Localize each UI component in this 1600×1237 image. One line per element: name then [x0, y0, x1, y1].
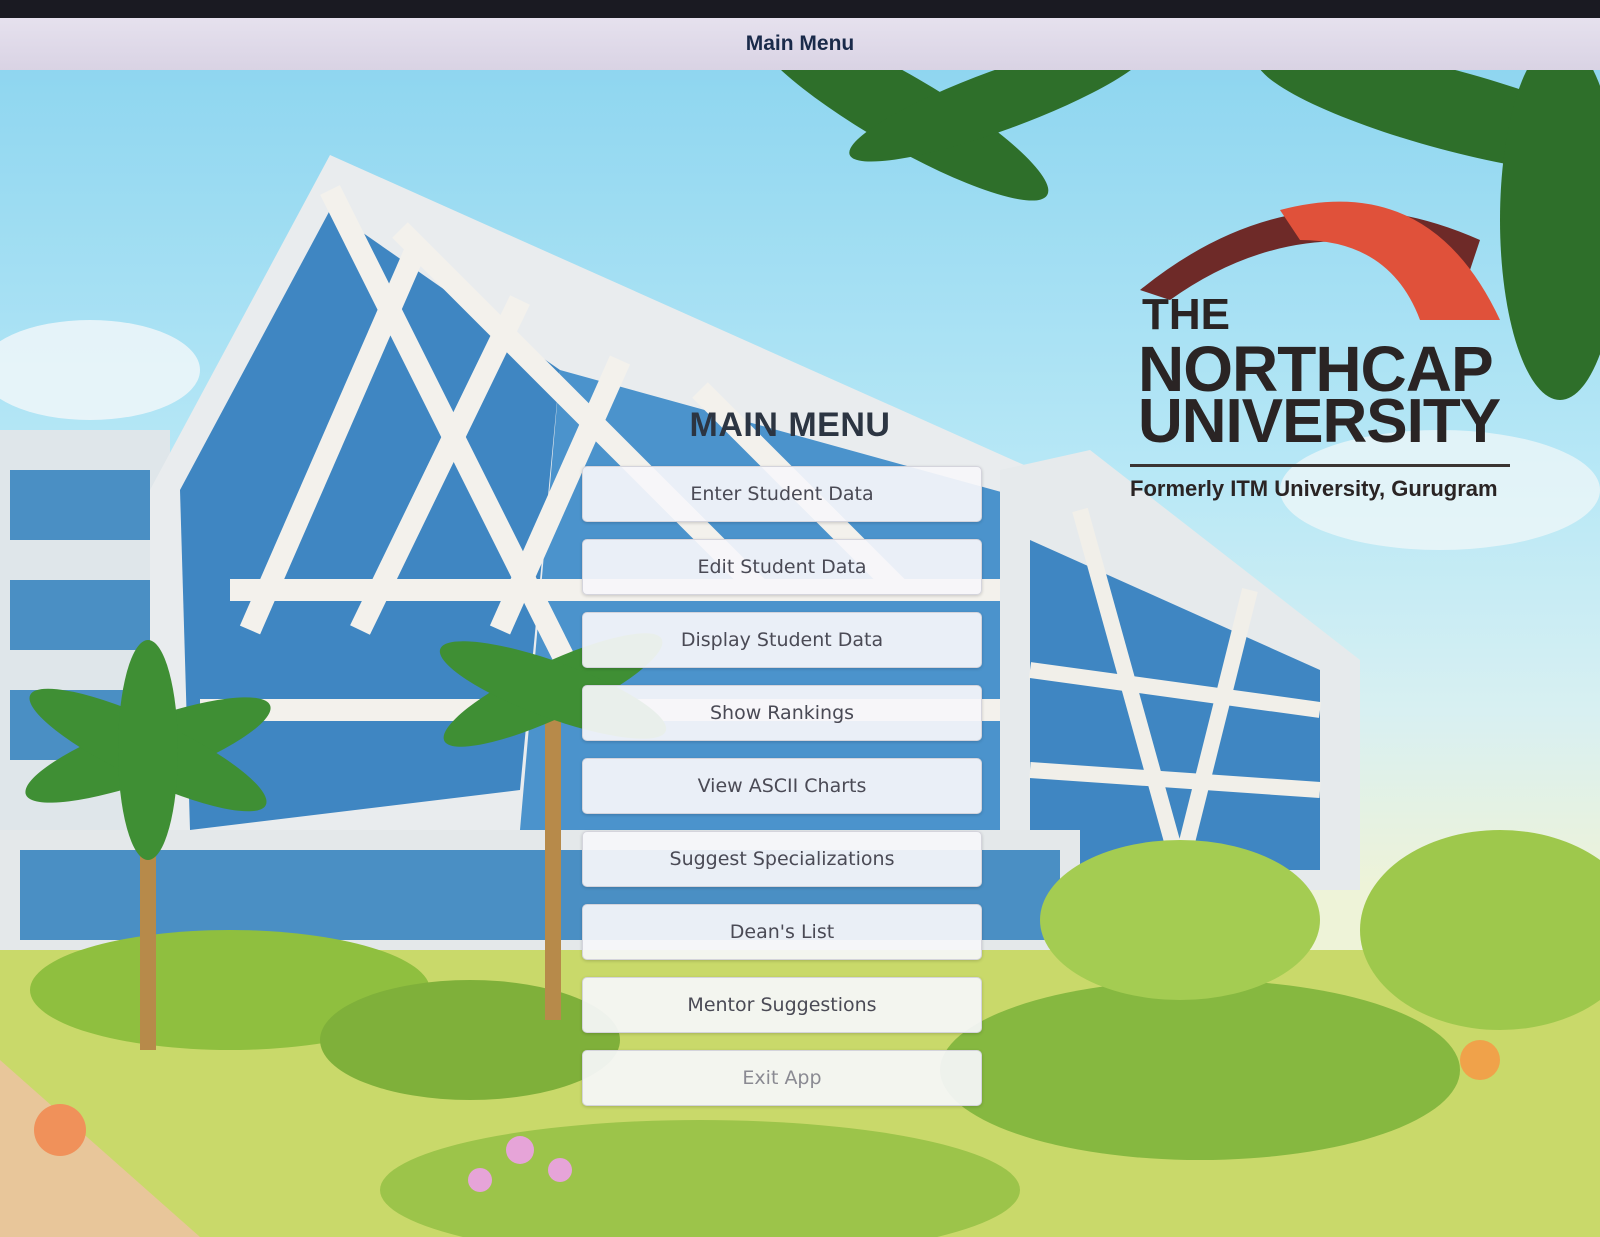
menu-heading: MAIN MENU [689, 406, 891, 444]
window-titlebar[interactable]: Main Menu [0, 18, 1600, 72]
mentor-suggestions-button[interactable]: Mentor Suggestions [582, 977, 982, 1033]
display-student-data-button[interactable]: Display Student Data [582, 612, 982, 668]
university-logo: THE NORTHCAP UNIVERSITY Formerly ITM Uni… [1130, 180, 1530, 510]
enter-student-data-button[interactable]: Enter Student Data [582, 466, 982, 522]
edit-student-data-button[interactable]: Edit Student Data [582, 539, 982, 595]
main-menu: Enter Student Data Edit Student Data Dis… [582, 466, 982, 1123]
view-ascii-charts-button[interactable]: View ASCII Charts [582, 758, 982, 814]
logo-tagline: Formerly ITM University, Gurugram [1130, 476, 1498, 501]
logo-divider [1130, 464, 1510, 467]
window-title: Main Menu [745, 32, 855, 55]
logo-university: UNIVERSITY [1138, 387, 1501, 456]
exit-app-button[interactable]: Exit App [582, 1050, 982, 1106]
background-illustration: MAIN MENU Enter Student Data Edit Studen… [0, 70, 1600, 1237]
show-rankings-button[interactable]: Show Rankings [582, 685, 982, 741]
deans-list-button[interactable]: Dean's List [582, 904, 982, 960]
suggest-specializations-button[interactable]: Suggest Specializations [582, 831, 982, 887]
